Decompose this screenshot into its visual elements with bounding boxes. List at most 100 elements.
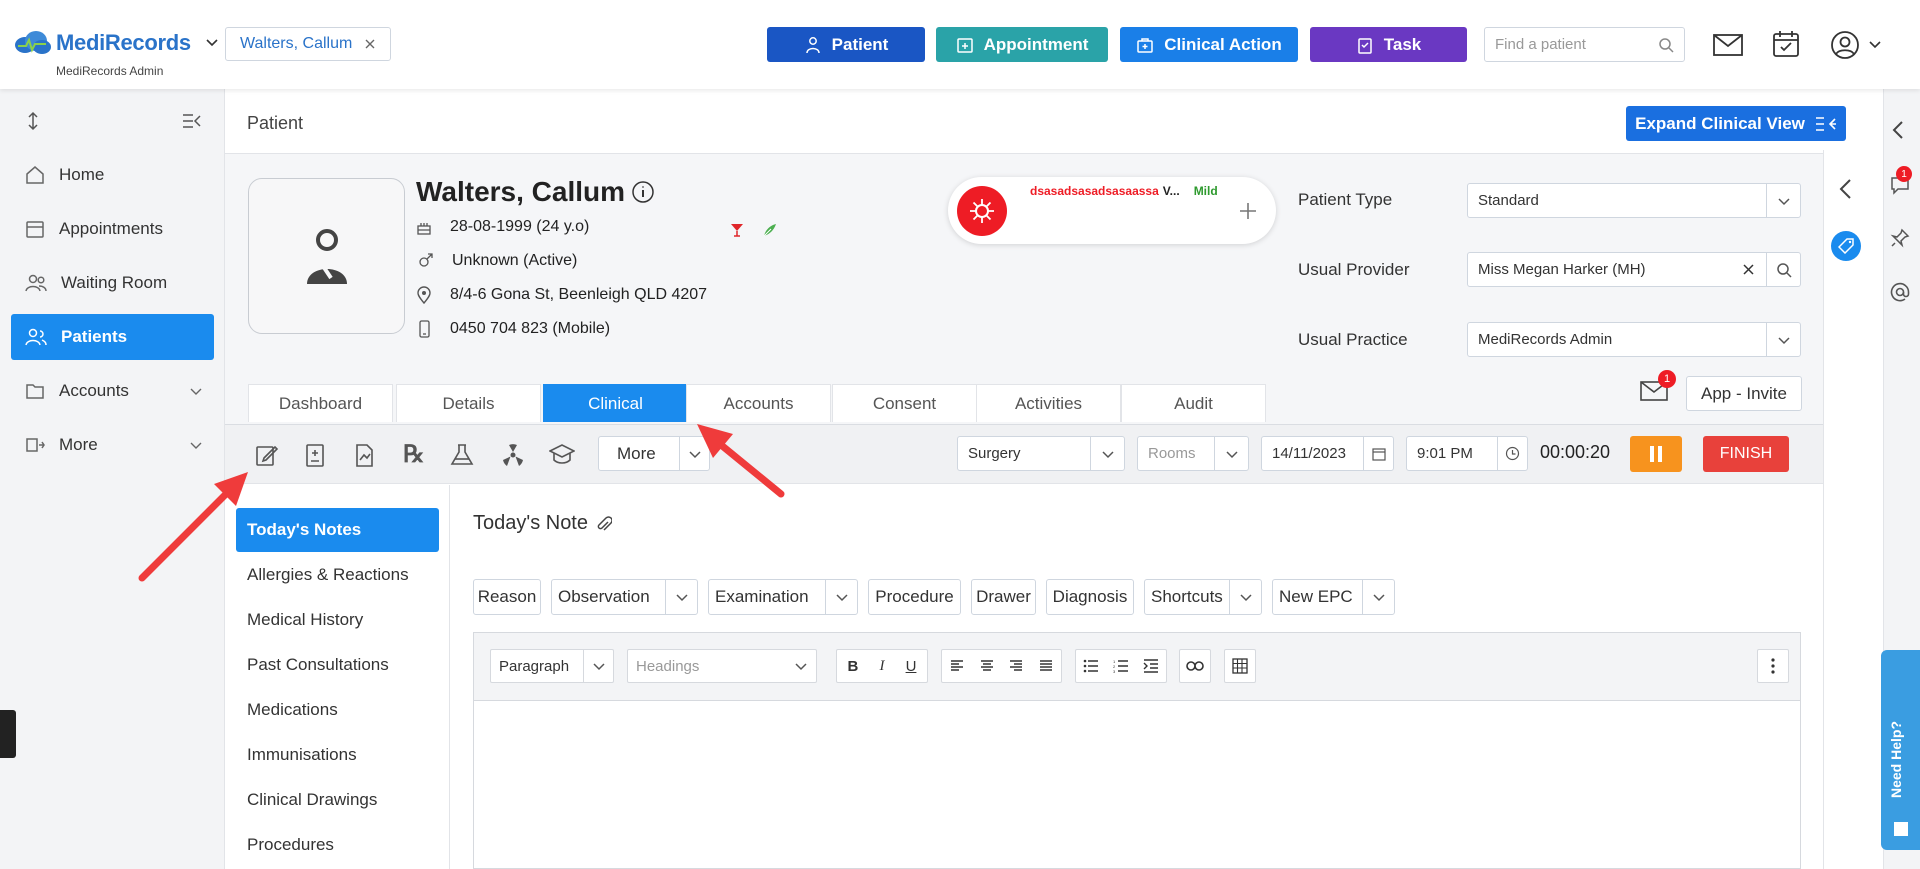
indent-icon[interactable] bbox=[1143, 659, 1159, 673]
surgery-select[interactable]: Surgery bbox=[957, 436, 1125, 471]
tab-consent[interactable]: Consent bbox=[832, 384, 977, 422]
prescription-icon[interactable]: ℞ bbox=[403, 440, 425, 469]
italic-icon[interactable]: I bbox=[879, 658, 884, 675]
radiology-icon[interactable] bbox=[500, 442, 526, 468]
bulleted-list-icon[interactable] bbox=[1083, 659, 1099, 673]
tag-button[interactable] bbox=[1831, 231, 1861, 261]
mobile-phone-icon bbox=[419, 320, 430, 338]
chevron-left-icon[interactable] bbox=[1838, 178, 1852, 200]
pathology-flask-icon[interactable] bbox=[449, 442, 475, 468]
tab-clinical[interactable]: Clinical bbox=[543, 384, 688, 422]
align-right-icon[interactable] bbox=[1009, 660, 1023, 672]
bold-icon[interactable]: B bbox=[848, 658, 859, 675]
appointment-button[interactable]: Appointment bbox=[936, 27, 1108, 62]
side-tab-handle[interactable] bbox=[0, 710, 16, 758]
task-button[interactable]: Task bbox=[1310, 27, 1467, 62]
clinical-nav-clinical-drawings[interactable]: Clinical Drawings bbox=[236, 778, 439, 822]
note-pill-drawer[interactable]: Drawer bbox=[971, 579, 1036, 615]
find-patient-input[interactable]: Find a patient bbox=[1484, 27, 1685, 62]
add-icon[interactable] bbox=[1238, 201, 1258, 221]
note-pill-diagnosis[interactable]: Diagnosis bbox=[1046, 579, 1134, 615]
sidebar-item-patients[interactable]: Patients bbox=[11, 314, 214, 360]
note-pill-new-epc[interactable]: New EPC bbox=[1272, 579, 1395, 615]
clinical-nav-procedures[interactable]: Procedures bbox=[236, 823, 439, 867]
pause-button[interactable] bbox=[1630, 436, 1682, 472]
tab-dashboard[interactable]: Dashboard bbox=[248, 384, 393, 422]
sidebar-item-waiting-room[interactable]: Waiting Room bbox=[11, 260, 214, 306]
chat-button[interactable]: 1 bbox=[1890, 166, 1912, 195]
patient-button[interactable]: Patient bbox=[767, 27, 925, 62]
info-icon[interactable] bbox=[631, 180, 655, 204]
close-icon[interactable] bbox=[364, 38, 376, 50]
note-pill-shortcuts[interactable]: Shortcuts bbox=[1144, 579, 1262, 615]
note-pill-observation[interactable]: Observation bbox=[551, 579, 698, 615]
clock-icon[interactable] bbox=[1505, 446, 1520, 461]
clinical-nav-past-consultations[interactable]: Past Consultations bbox=[236, 643, 439, 687]
pill-dropdown[interactable] bbox=[1229, 580, 1261, 614]
clear-icon[interactable] bbox=[1743, 264, 1754, 275]
more-options-button[interactable] bbox=[1757, 649, 1789, 683]
app-logo[interactable]: MediRecords bbox=[12, 30, 219, 56]
chevron-down-icon[interactable] bbox=[1868, 39, 1882, 51]
calendar-check-icon[interactable] bbox=[1772, 30, 1800, 58]
clinical-nav-todays-notes[interactable]: Today's Notes bbox=[236, 508, 439, 552]
note-editor[interactable] bbox=[473, 700, 1801, 869]
chevron-down-icon[interactable] bbox=[205, 36, 219, 50]
alcohol-icon bbox=[731, 224, 743, 237]
expand-clinical-view-button[interactable]: Expand Clinical View bbox=[1626, 106, 1846, 141]
allergy-alert-card[interactable]: dsasadsasadsasaassa V... Mild bbox=[948, 177, 1276, 244]
search-icon[interactable] bbox=[1658, 37, 1674, 53]
mail-icon[interactable] bbox=[1713, 33, 1743, 57]
open-patient-chip[interactable]: Walters, Callum bbox=[225, 27, 391, 61]
paragraph-select[interactable]: Paragraph bbox=[490, 649, 614, 683]
collapse-sidebar-icon[interactable] bbox=[182, 113, 202, 129]
patient-avatar[interactable] bbox=[248, 178, 405, 334]
calendar-icon[interactable] bbox=[1371, 447, 1386, 461]
patient-type-select[interactable]: Standard bbox=[1467, 183, 1801, 218]
pin-icon[interactable] bbox=[1890, 228, 1910, 248]
insert-table-button[interactable] bbox=[1224, 649, 1256, 683]
usual-practice-select[interactable]: MediRecords Admin bbox=[1467, 322, 1801, 357]
finish-button[interactable]: FINISH bbox=[1703, 436, 1789, 472]
time-input[interactable]: 9:01 PM bbox=[1406, 436, 1528, 471]
need-help-tab[interactable]: Need Help? bbox=[1881, 650, 1920, 850]
clinical-nav-immunisations[interactable]: Immunisations bbox=[236, 733, 439, 777]
chevron-left-icon[interactable] bbox=[1892, 120, 1904, 140]
user-account-icon[interactable] bbox=[1830, 30, 1860, 60]
clinical-nav-medical-history[interactable]: Medical History bbox=[236, 598, 439, 642]
attachment-icon[interactable] bbox=[596, 514, 612, 534]
align-justify-icon[interactable] bbox=[1039, 660, 1053, 672]
clinical-action-button[interactable]: Clinical Action bbox=[1120, 27, 1298, 62]
sidebar-item-appointments[interactable]: Appointments bbox=[11, 206, 214, 252]
link-button[interactable] bbox=[1179, 649, 1211, 683]
note-pill-examination[interactable]: Examination bbox=[708, 579, 858, 615]
medical-certificate-icon[interactable] bbox=[302, 442, 328, 468]
tab-details[interactable]: Details bbox=[396, 384, 541, 422]
app-invite-button[interactable]: App - Invite bbox=[1686, 376, 1802, 411]
underline-icon[interactable]: U bbox=[906, 658, 917, 675]
headings-select[interactable]: Headings bbox=[627, 649, 817, 683]
pill-dropdown[interactable] bbox=[665, 580, 697, 614]
align-left-icon[interactable] bbox=[950, 660, 964, 672]
note-pill-reason[interactable]: Reason bbox=[473, 579, 541, 615]
clinical-nav-allergies[interactable]: Allergies & Reactions bbox=[236, 553, 439, 597]
pill-dropdown[interactable] bbox=[825, 580, 857, 614]
pill-dropdown[interactable] bbox=[1362, 580, 1394, 614]
numbered-list-icon[interactable]: 123 bbox=[1113, 659, 1129, 673]
rooms-select[interactable]: Rooms bbox=[1137, 436, 1249, 471]
messages-button[interactable]: 1 bbox=[1640, 370, 1676, 402]
search-icon[interactable] bbox=[1776, 262, 1792, 278]
mention-icon[interactable] bbox=[1890, 282, 1910, 302]
note-pill-procedure[interactable]: Procedure bbox=[868, 579, 961, 615]
sidebar-item-home[interactable]: Home bbox=[11, 152, 214, 198]
align-center-icon[interactable] bbox=[980, 660, 994, 672]
tab-audit[interactable]: Audit bbox=[1121, 384, 1266, 422]
vertical-resize-icon[interactable] bbox=[26, 111, 40, 131]
tab-activities[interactable]: Activities bbox=[976, 384, 1121, 422]
clinical-nav-medications[interactable]: Medications bbox=[236, 688, 439, 732]
sidebar-item-accounts[interactable]: Accounts bbox=[11, 368, 214, 414]
referral-document-icon[interactable] bbox=[351, 442, 377, 468]
education-icon[interactable] bbox=[549, 442, 575, 468]
usual-provider-field[interactable]: Miss Megan Harker (MH) bbox=[1467, 252, 1801, 287]
date-input[interactable]: 14/11/2023 bbox=[1261, 436, 1394, 471]
